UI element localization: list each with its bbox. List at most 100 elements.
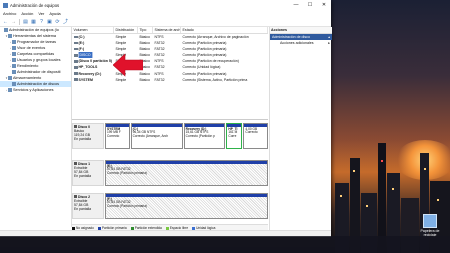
- help-icon[interactable]: ?: [38, 18, 45, 25]
- drive-icon: [73, 72, 78, 75]
- disk-info-line: En pantalla: [74, 206, 91, 211]
- drive-icon: [73, 60, 78, 63]
- forward-icon[interactable]: →: [10, 18, 17, 25]
- disk-name-label: Disco 1: [78, 161, 91, 166]
- tree-item[interactable]: › Servicios y Aplicaciones: [0, 87, 71, 93]
- menu-bar: Archivo Acción Ver Ayuda: [0, 10, 331, 17]
- window-light: [366, 205, 368, 207]
- taskbar: [0, 236, 450, 253]
- partition-status: Correcto (Partición p: [185, 134, 215, 139]
- up-icon[interactable]: ▤: [22, 18, 29, 25]
- tree-node-icon: [12, 46, 16, 50]
- tree-node-icon: [8, 76, 12, 80]
- disk-info-line: En pantalla: [74, 136, 91, 141]
- close-button[interactable]: ✕: [317, 0, 331, 10]
- disk-name-label: Disco 0: [78, 124, 91, 129]
- partition-status: Correcto (Partición primaria): [107, 204, 148, 209]
- back-icon[interactable]: ←: [2, 18, 9, 25]
- volume-name: SYSTEM: [78, 77, 93, 82]
- submenu-arrow-icon: ▸: [328, 41, 330, 45]
- disk-row: Disco 0 Básico 119,24 GB En pantalla SYSTEM 1…: [72, 123, 268, 149]
- window-light: [340, 195, 342, 197]
- partition-status: Correcto (Arranque, Arch: [132, 134, 169, 139]
- partition-status: Corre: [228, 134, 237, 139]
- partition-block[interactable]: (C:) 96,34 GB NTFS Correcto (Arranque, Arc…: [130, 123, 183, 149]
- volume-table-header: Volumen Distribución Tipo Sistema de arc…: [72, 27, 268, 34]
- menu-archivo[interactable]: Archivo: [3, 11, 16, 16]
- drive-icon: [73, 54, 78, 57]
- tree-item-label: Servicios y Aplicaciones: [13, 88, 54, 92]
- tree-node-icon: [12, 64, 16, 68]
- partition-block[interactable]: HP_TI 161 M Corre: [226, 123, 243, 149]
- tree-node-icon: [12, 82, 16, 86]
- partition-block[interactable]: 4,00 GB Correcto: [243, 123, 268, 149]
- disk-info-line: En pantalla: [74, 173, 91, 178]
- tree-node-icon: [12, 70, 16, 74]
- maximize-button[interactable]: ☐: [303, 0, 317, 10]
- title-bar[interactable]: Administración de equipos — ☐ ✕: [0, 0, 331, 10]
- window-light: [381, 160, 383, 162]
- table-cell: FAT32: [154, 77, 165, 82]
- tree-node-icon: [12, 40, 16, 44]
- partition-block[interactable]: (F:) 57,84 GB FAT32 Correcto (Partición pr…: [105, 193, 268, 219]
- toolbar: ← → ▤ ▦ ? ▣ ⟳ ⤴: [0, 17, 331, 27]
- minimize-button[interactable]: —: [289, 0, 303, 10]
- view-icon[interactable]: ▣: [46, 18, 53, 25]
- drive-icon: [73, 47, 78, 51]
- tree-node-icon: [8, 88, 12, 92]
- disk-info[interactable]: Disco 2 Extraíble 57,84 GB En pantalla: [72, 193, 104, 219]
- properties-icon[interactable]: ▦: [30, 18, 37, 25]
- tree-node-icon: [8, 34, 12, 38]
- col-header-tipo[interactable]: Tipo: [138, 27, 153, 33]
- export-icon[interactable]: ⤴: [62, 18, 69, 25]
- disk-row: Disco 1 Extraíble 57,84 GB En pantalla (E:) 5…: [72, 160, 268, 186]
- tree-node-icon: [12, 58, 16, 62]
- disk-info[interactable]: Disco 0 Básico 119,24 GB En pantalla: [72, 123, 104, 149]
- partition-block[interactable]: (E:) 57,84 GB FAT32 Correcto (Partición pr…: [105, 160, 268, 186]
- col-header-distribucion[interactable]: Distribución: [114, 27, 138, 33]
- partition-status: Correcto: [245, 130, 258, 135]
- disk-name-label: Disco 2: [78, 194, 91, 199]
- recycle-bin-desktop-icon[interactable]: Papelera de reciclaje: [418, 214, 442, 237]
- disk-icon: [74, 125, 77, 128]
- red-arrow-annotation-icon: [113, 53, 143, 77]
- window-light: [392, 188, 394, 190]
- table-cell: Básico: [139, 77, 151, 82]
- menu-accion[interactable]: Acción: [21, 11, 33, 16]
- disk-icon: [74, 162, 77, 165]
- volume-name-cell: SYSTEM: [72, 77, 114, 83]
- window-light: [353, 170, 355, 172]
- center-pane: Volumen Distribución Tipo Sistema de arc…: [72, 27, 268, 230]
- window-light: [437, 199, 439, 201]
- additional-actions-label: Acciones adicionales: [280, 41, 314, 45]
- partition-block[interactable]: Recovery (D:) 15,61 GB NTFS Correcto (Part…: [183, 123, 226, 149]
- window-title: Administración de equipos: [10, 2, 60, 8]
- toolbar-separator: [19, 18, 20, 25]
- table-cell: Correcto (Sistema, Activo, Partición pri…: [182, 77, 248, 82]
- menu-ayuda[interactable]: Ayuda: [49, 11, 60, 16]
- volume-rows: (C:) Simple Básico NTFS Correcto (Arranque, …: [72, 34, 268, 83]
- partition-strip: SYSTEM 199 MB F Correcto (C:) 96,34 GB NTFS C…: [105, 123, 268, 149]
- console-tree: Administración de equipos (lo ▾ Herramient…: [0, 27, 72, 227]
- drive-icon: [73, 66, 78, 69]
- disk-map: Disco 0 Básico 119,24 GB En pantalla SYSTEM 1…: [72, 120, 268, 230]
- table-cell: Simple: [115, 77, 127, 82]
- disk-row: Disco 2 Extraíble 57,84 GB En pantalla (F:) 5…: [72, 193, 268, 219]
- disk-info[interactable]: Disco 1 Extraíble 57,84 GB En pantalla: [72, 160, 104, 186]
- window-light: [424, 168, 426, 170]
- computer-management-icon: [3, 2, 8, 8]
- col-header-sistema-archivos[interactable]: Sistema de archivos: [153, 27, 181, 33]
- menu-ver[interactable]: Ver: [38, 11, 44, 16]
- partition-block[interactable]: SYSTEM 199 MB F Correcto: [105, 123, 130, 149]
- col-header-estado[interactable]: Estado: [181, 27, 268, 33]
- drive-icon: [73, 78, 78, 81]
- partition-status: Correcto (Partición primaria): [107, 171, 148, 176]
- refresh-icon[interactable]: ⟳: [54, 18, 61, 25]
- partition-strip: (E:) 57,84 GB FAT32 Correcto (Partición pr…: [105, 160, 268, 186]
- additional-actions-item[interactable]: Acciones adicionales ▸: [270, 40, 332, 46]
- actions-pane: Acciones Administración de disco ▴ Accio…: [269, 27, 332, 230]
- drive-icon: [73, 41, 78, 45]
- table-row[interactable]: SYSTEM Simple Básico FAT32 Correcto (Sistema…: [72, 77, 268, 83]
- col-header-volumen[interactable]: Volumen: [72, 27, 114, 33]
- tree-node-icon: [4, 28, 8, 32]
